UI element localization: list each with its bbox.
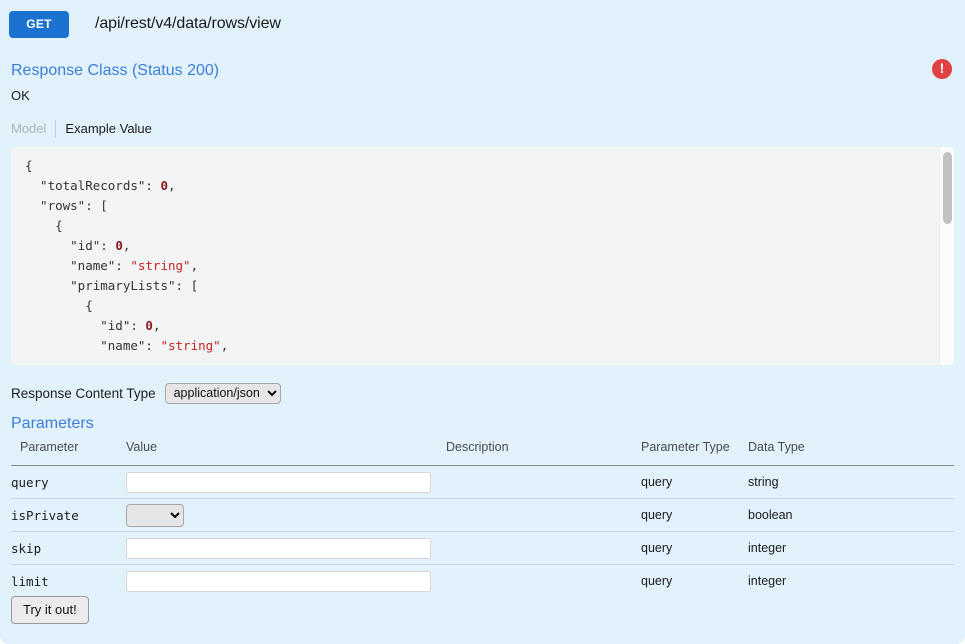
parameter-type-cell: query — [641, 498, 748, 532]
scrollbar-thumb[interactable] — [943, 152, 952, 224]
parameter-data-type-cell: boolean — [748, 498, 954, 532]
exclamation-circle-icon[interactable]: ! — [932, 59, 952, 79]
parameter-select-isPrivate[interactable]: truefalse — [126, 503, 184, 527]
parameters-table: Parameter Value Description Parameter Ty… — [11, 440, 954, 598]
col-header-parameter: Parameter — [11, 440, 126, 466]
parameter-type-cell: query — [641, 465, 748, 499]
tab-model[interactable]: Model — [11, 120, 55, 138]
response-content-type-row: Response Content Type application/json — [11, 383, 281, 404]
parameter-description-cell — [446, 465, 641, 499]
http-method-badge[interactable]: GET — [9, 10, 69, 38]
table-row: query query string — [11, 465, 954, 499]
response-class-description: OK — [11, 88, 30, 103]
parameters-body: queryquerystringisPrivatetruefalsequeryb… — [11, 465, 954, 598]
parameter-input-query[interactable] — [126, 471, 431, 493]
parameter-data-type-cell: integer — [748, 574, 787, 589]
parameter-data-type-cell: integer — [748, 531, 954, 565]
operation-header: GET /api/rest/v4/data/rows/view — [0, 0, 965, 48]
operation-panel: GET /api/rest/v4/data/rows/view ! Respon… — [0, 0, 965, 644]
parameter-description-cell — [446, 498, 641, 532]
example-value-scrollbar[interactable] — [939, 147, 954, 365]
col-header-parameter-type: Parameter Type — [641, 440, 748, 466]
table-row: isPrivatetruefalse queryboolean — [11, 498, 954, 532]
table-row: skip query integer — [11, 531, 954, 565]
parameters-header-row: Parameter Value Description Parameter Ty… — [11, 440, 954, 466]
exclamation-glyph: ! — [939, 60, 945, 76]
parameter-description-cell — [446, 565, 641, 598]
parameter-input-skip[interactable] — [126, 537, 431, 559]
parameter-type-cell: query — [641, 574, 673, 589]
table-row: limit query integer — [11, 565, 954, 598]
example-value-container: { "totalRecords": 0, "rows": [ { "id": 0… — [11, 147, 954, 365]
parameter-value-cell — [126, 465, 446, 499]
parameter-description-cell — [446, 531, 641, 565]
parameter-value-cell: truefalse — [126, 498, 446, 532]
col-header-description: Description — [446, 440, 641, 466]
parameter-name-cell: isPrivate — [11, 498, 126, 532]
operation-path: /api/rest/v4/data/rows/view — [95, 15, 281, 32]
parameter-name-cell: skip — [11, 531, 126, 565]
response-content-type-select[interactable]: application/json — [164, 383, 281, 404]
parameter-type-cell: query — [641, 531, 748, 565]
response-tabs: Model Example Value — [11, 119, 161, 139]
parameters-title: Parameters — [11, 415, 94, 432]
parameter-data-type-cell: string — [748, 465, 954, 499]
parameter-value-cell — [126, 565, 446, 598]
example-value-code: { "totalRecords": 0, "rows": [ { "id": 0… — [25, 158, 229, 353]
col-header-value: Value — [126, 440, 446, 466]
tab-example-value[interactable]: Example Value — [55, 120, 160, 138]
col-header-data-type: Data Type — [748, 440, 954, 466]
parameter-name-cell: limit — [11, 573, 49, 589]
response-content-type-label: Response Content Type — [11, 386, 156, 401]
parameter-name-cell: query — [11, 465, 126, 499]
try-it-out-button[interactable]: Try it out! — [11, 596, 89, 624]
parameter-input-limit[interactable] — [126, 570, 431, 592]
parameter-value-cell — [126, 531, 446, 565]
response-class-title: Response Class (Status 200) — [11, 62, 220, 79]
